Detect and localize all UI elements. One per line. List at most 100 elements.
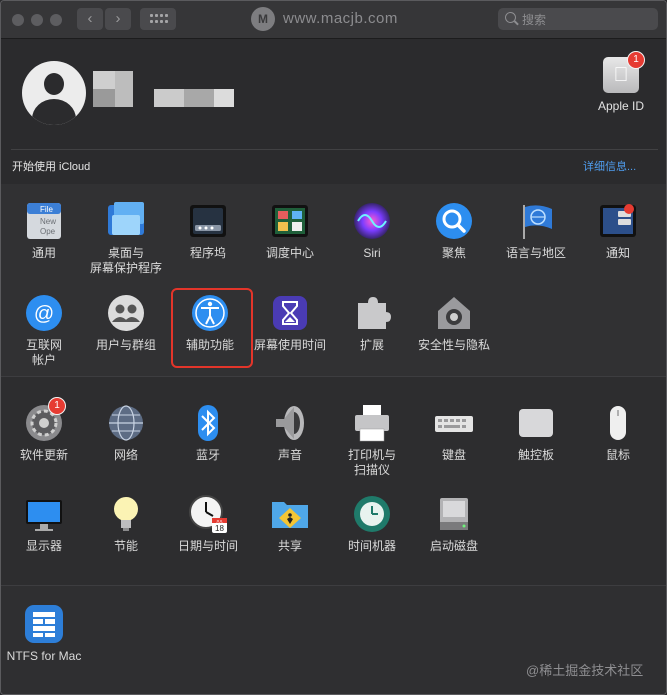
pane-startup-disk[interactable]: 启动磁盘: [413, 494, 495, 554]
pane-label: NTFS for Mac: [6, 649, 82, 663]
pane-printers-scanners[interactable]: 打印机与 扫描仪: [331, 403, 413, 478]
zoom-window-button[interactable]: [50, 14, 62, 26]
pane-label: 软件更新: [19, 448, 68, 462]
pane-trackpad[interactable]: 触控板: [495, 403, 577, 463]
pane-label: 时间机器: [347, 539, 396, 553]
pane-notifications[interactable]: 通知: [577, 201, 659, 261]
pane-label: 聚焦: [441, 246, 466, 260]
pane-keyboard[interactable]: 键盘: [413, 403, 495, 463]
calendar-day: 18: [215, 524, 224, 533]
general-icon: File New Ope: [24, 201, 64, 241]
user-avatar[interactable]: [22, 61, 86, 125]
pane-label: 通用: [31, 246, 56, 260]
pane-screen-time[interactable]: 屏幕使用时间: [249, 293, 331, 353]
pane-sharing[interactable]: 共享: [249, 494, 331, 554]
security-privacy-icon: [434, 293, 474, 333]
general-icon-text: New: [40, 217, 56, 226]
pane-label: 显示器: [25, 539, 62, 553]
pane-ntfs-for-mac[interactable]: NTFS for Mac: [3, 604, 85, 664]
siri-icon: [352, 201, 392, 241]
pane-internet-accounts[interactable]: @ 互联网 帐户: [3, 293, 85, 368]
general-icon-text: File: [40, 205, 53, 214]
pane-sound[interactable]: 声音: [249, 403, 331, 463]
svg-text:@: @: [34, 303, 54, 325]
dock-icon: [188, 201, 228, 241]
pane-date-time[interactable]: JUL 18 日期与时间: [167, 494, 249, 554]
pane-label: 网络: [113, 448, 138, 462]
pane-bluetooth[interactable]: 蓝牙: [167, 403, 249, 463]
mission-control-icon: [270, 201, 310, 241]
pane-general[interactable]: File New Ope 通用: [3, 201, 85, 261]
pane-label: 屏幕使用时间: [253, 338, 326, 352]
pane-label: 打印机与 扫描仪: [347, 448, 396, 477]
selection-highlight: [171, 288, 253, 368]
back-button[interactable]: ‹: [77, 8, 103, 30]
pane-extensions[interactable]: 扩展: [331, 293, 413, 353]
pane-label: 日期与时间: [177, 539, 238, 553]
pane-time-machine[interactable]: 时间机器: [331, 494, 413, 554]
search-field[interactable]: [498, 8, 658, 30]
forward-button[interactable]: ›: [105, 8, 131, 30]
pane-mouse[interactable]: 鼠标: [577, 403, 659, 463]
spotlight-icon: [434, 201, 474, 241]
network-icon: [106, 403, 146, 443]
mouse-icon: [598, 403, 638, 443]
pane-label: 用户与群组: [95, 338, 156, 352]
pane-desktop-screensaver[interactable]: 桌面与 屏幕保护程序: [85, 201, 167, 276]
close-window-button[interactable]: [12, 14, 24, 26]
pane-energy-saver[interactable]: 节能: [85, 494, 167, 554]
language-region-icon: [516, 201, 556, 241]
pane-mission-control[interactable]: 调度中心: [249, 201, 331, 261]
printers-scanners-icon: [352, 403, 392, 443]
search-input[interactable]: [520, 10, 654, 30]
footer-watermark: @稀土掘金技术社区: [526, 663, 644, 678]
pane-dock[interactable]: 程序坞: [167, 201, 249, 261]
pane-spotlight[interactable]: 聚焦: [413, 201, 495, 261]
displays-icon: [24, 494, 64, 534]
pane-displays[interactable]: 显示器: [3, 494, 85, 554]
extensions-icon: [352, 293, 392, 333]
keyboard-icon: [434, 403, 474, 443]
desktop-screensaver-icon: [106, 201, 146, 241]
pane-software-update[interactable]: 1 软件更新: [3, 397, 85, 463]
minimize-window-button[interactable]: [31, 14, 43, 26]
sharing-icon: [270, 494, 310, 534]
divider: [11, 149, 658, 150]
apple-id-label: Apple ID: [597, 99, 645, 113]
sound-icon: [270, 403, 310, 443]
show-all-button[interactable]: [140, 8, 176, 30]
watermark-text: www.macjb.com: [283, 10, 398, 27]
date-time-icon: JUL 18: [188, 494, 228, 534]
apple-id-pane[interactable]:  1 Apple ID: [595, 51, 647, 113]
pane-siri[interactable]: Siri: [331, 201, 413, 261]
pane-label: 扩展: [359, 338, 384, 352]
pane-users-groups[interactable]: 用户与群组: [85, 293, 167, 353]
energy-saver-icon: [106, 494, 146, 534]
calendar-month: JUL: [216, 519, 224, 524]
software-update-icon: 1: [24, 397, 66, 443]
general-icon-text: Ope: [40, 227, 56, 236]
chevron-right-icon: ›: [115, 10, 121, 27]
pane-label: 触控板: [517, 448, 554, 462]
pane-network[interactable]: 网络: [85, 403, 167, 463]
time-machine-icon: [352, 494, 392, 534]
pane-label: 键盘: [441, 448, 466, 462]
apple-logo-icon:  1: [603, 51, 645, 93]
details-link[interactable]: 详细信息...: [583, 158, 636, 174]
icloud-prompt: 开始使用 iCloud: [12, 161, 91, 173]
pane-label: 互联网 帐户: [25, 338, 62, 367]
pane-language-region[interactable]: 语言与地区: [495, 201, 577, 261]
chevron-left-icon: ‹: [87, 10, 93, 27]
pane-security-privacy[interactable]: 安全性与隐私: [413, 293, 495, 353]
pane-label: 鼠标: [605, 448, 630, 462]
screen-time-icon: [270, 293, 310, 333]
trackpad-icon: [516, 403, 556, 443]
notifications-icon: [598, 201, 638, 241]
pane-label: 共享: [277, 539, 302, 553]
pane-label: 程序坞: [189, 246, 226, 260]
system-preferences-window: ‹ › M www.macjb.com  1 Apple ID 开始使用: [0, 0, 667, 695]
window-toolbar: ‹ › M www.macjb.com: [1, 1, 666, 39]
search-icon: [505, 12, 516, 23]
pane-label: 安全性与隐私: [417, 338, 490, 352]
pane-label: Siri: [363, 246, 381, 260]
